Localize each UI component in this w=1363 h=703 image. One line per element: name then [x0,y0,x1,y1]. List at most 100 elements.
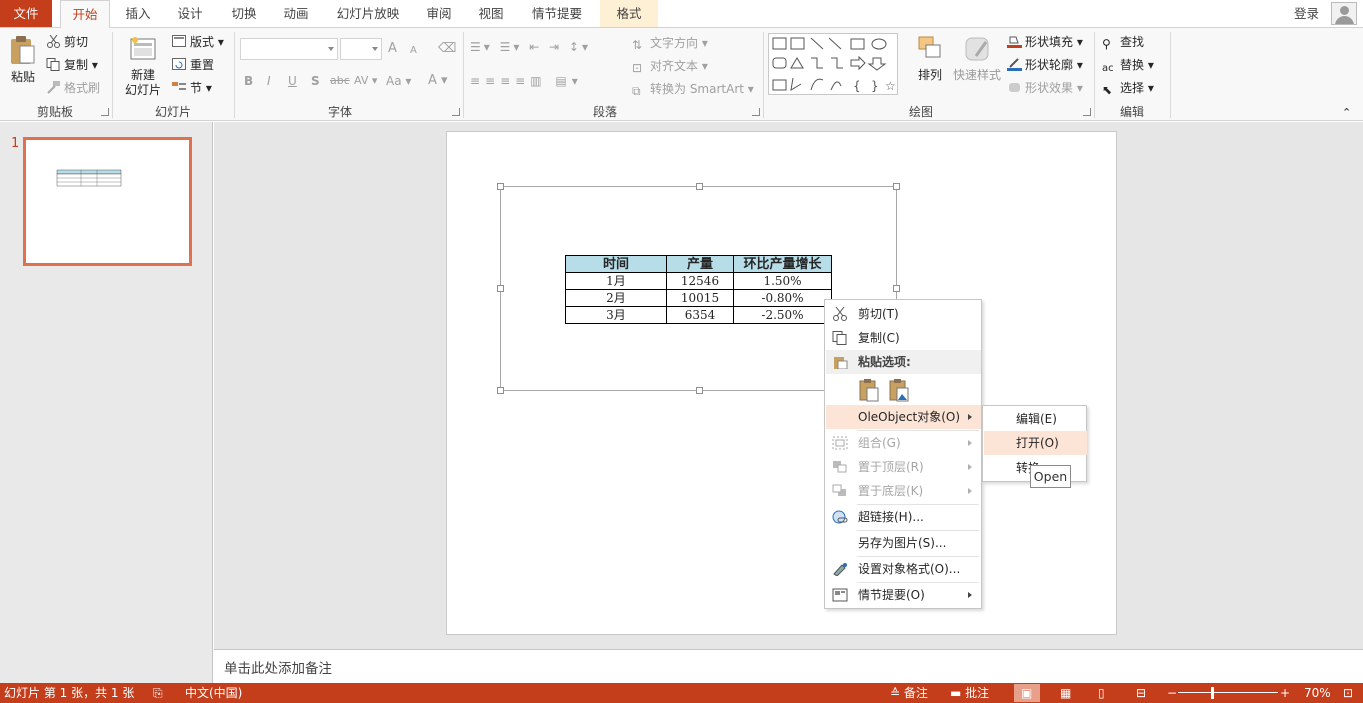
text-direction-icon: ⇅ [632,38,643,52]
drawing-launcher-icon[interactable] [1083,108,1091,116]
grow-font-button[interactable]: A [388,40,397,58]
tab-design[interactable]: 设计 [166,0,214,27]
collapse-ribbon-icon[interactable]: ⌃ [1342,104,1351,122]
menu-item-bring-to-front[interactable]: 置于顶层(R) [826,455,981,479]
resize-handle[interactable] [696,387,703,394]
text-direction-button[interactable]: ⇅ 文字方向 ▾ [632,34,708,52]
replace-button[interactable]: ac 替换 ▾ [1102,56,1154,74]
clipboard-launcher-icon[interactable] [101,108,109,116]
smartart-button[interactable]: ⧉ 转换为 SmartArt ▾ [632,80,754,98]
group-label-paragraph: 段落 [592,105,617,119]
zoom-level[interactable]: 70% [1304,683,1331,703]
tab-format[interactable]: 格式 [600,0,658,27]
menu-item-save-as-picture[interactable]: 另存为图片(S)... [826,531,981,555]
format-painter-button[interactable]: 格式刷 [46,79,100,97]
table-row: 2月 10015 -0.80% [565,289,832,307]
resize-handle[interactable] [893,285,900,292]
notes-toggle[interactable]: ≙ 备注 [890,683,928,703]
menu-item-storyboard[interactable]: 情节提要(O) [826,583,981,607]
find-button[interactable]: ⚲ 查找 [1102,33,1144,51]
menu-item-ole-object[interactable]: OleObject对象(O) [826,405,981,429]
shape-fill-button[interactable]: 形状填充 ▾ [1007,33,1083,51]
align-buttons[interactable]: ≡≡≡≡▥ ▤▾ [470,72,583,90]
shrink-font-button[interactable]: A [410,42,417,60]
shape-outline-button[interactable]: 形状轮廓 ▾ [1007,56,1083,74]
embedded-table[interactable]: 时间 产量 环比产量增长 1月 12546 1.50% 2月 10015 -0.… [565,255,832,324]
shape-effects-button[interactable]: 形状效果 ▾ [1007,79,1083,97]
reset-button[interactable]: 重置 [172,56,214,74]
font-color-button[interactable]: A ▾ [428,72,448,90]
reading-view-icon[interactable]: ▯ [1098,683,1105,703]
char-spacing-button[interactable]: AV ▾ [354,72,377,90]
arrange-button[interactable]: 排列 [910,34,950,83]
italic-button[interactable]: I [267,72,271,90]
menu-item-hyperlink[interactable]: 超链接(H)... [826,505,981,529]
menu-item-format-object[interactable]: 设置对象格式(O)... [826,557,981,581]
align-text-button[interactable]: ⊡ 对齐文本 ▾ [632,57,708,75]
slideshow-view-icon[interactable]: ⊟ [1136,683,1146,703]
menu-item-cut[interactable]: 剪切(T) [826,302,981,326]
font-launcher-icon[interactable] [452,108,460,116]
font-name-field[interactable] [240,38,338,60]
zoom-out-icon[interactable]: − [1167,683,1177,703]
paste-button[interactable]: 粘贴 [6,34,40,85]
avatar[interactable] [1331,2,1357,25]
smartart-icon: ⧉ [632,84,641,98]
shapes-gallery[interactable]: {} ☆ [768,33,898,95]
resize-handle[interactable] [497,183,504,190]
slide-canvas[interactable]: 时间 产量 环比产量增长 1月 12546 1.50% 2月 10015 -0.… [446,131,1117,635]
strikethrough-button[interactable]: abc [330,72,350,90]
fit-to-window-icon[interactable]: ⊡ [1343,683,1353,703]
tab-view[interactable]: 视图 [468,0,514,27]
tab-insert[interactable]: 插入 [114,0,162,27]
select-button[interactable]: ⬉ 选择 ▾ [1102,79,1154,97]
menu-item-send-to-back[interactable]: 置于底层(K) [826,479,981,503]
slide-thumbnail[interactable] [23,137,192,266]
bold-button[interactable]: B [244,72,253,90]
login-link[interactable]: 登录 [1294,0,1319,27]
tab-review[interactable]: 审阅 [416,0,462,27]
quick-styles-button[interactable]: 快速样式 [952,34,1002,83]
menu-item-copy[interactable]: 复制(C) [826,326,981,350]
paste-as-picture-icon[interactable] [888,378,910,402]
thumbnail-preview [56,169,122,187]
submenu-item-edit[interactable]: 编辑(E) [984,407,1087,431]
zoom-slider[interactable] [1178,692,1278,693]
tab-file[interactable]: 文件 [0,0,52,27]
submenu-item-open[interactable]: 打开(O) [984,431,1087,455]
paste-keep-format-icon[interactable] [858,378,880,402]
font-size-field[interactable] [340,38,382,60]
slide-sorter-icon[interactable]: ▦ [1060,683,1071,703]
table-cell: -2.50% [733,306,832,324]
new-slide-button[interactable]: 新建 幻灯片 [118,34,168,98]
tab-home[interactable]: 开始 [60,0,110,28]
zoom-in-icon[interactable]: + [1280,683,1290,703]
comments-toggle[interactable]: ▬ 批注 [950,683,989,703]
tab-storyboard[interactable]: 情节提要 [524,0,590,27]
layout-button[interactable]: 版式 ▾ [172,33,224,51]
resize-handle[interactable] [497,285,504,292]
zoom-slider-thumb[interactable] [1211,687,1214,699]
svg-text:{: { [853,79,861,93]
notes-pane[interactable]: 单击此处添加备注 [214,649,1363,683]
cut-button[interactable]: 剪切 [46,33,88,51]
resize-handle[interactable] [696,183,703,190]
copy-button[interactable]: 复制 ▾ [46,56,98,74]
underline-button[interactable]: U [288,72,297,90]
language-indicator[interactable]: 中文(中国) [185,683,242,703]
list-buttons[interactable]: ☰▾ ☰▾ ⇤ ⇥ ↕▾ [470,38,591,56]
section-button[interactable]: 节 ▾ [172,79,212,97]
change-case-button[interactable]: Aa ▾ [386,72,411,90]
tab-animations[interactable]: 动画 [272,0,320,27]
spellcheck-icon[interactable]: ⎘ [153,683,163,703]
tab-transitions[interactable]: 切换 [220,0,268,27]
resize-handle[interactable] [893,183,900,190]
resize-handle[interactable] [497,387,504,394]
tab-slideshow[interactable]: 幻灯片放映 [330,0,406,27]
menu-item-group[interactable]: 组合(G) [826,431,981,455]
paint-bucket-icon [1007,36,1022,48]
table-cell: 1月 [565,272,667,290]
paragraph-launcher-icon[interactable] [752,108,760,116]
text-shadow-button[interactable]: S [311,72,320,90]
clear-format-icon[interactable]: ⌫ [438,40,456,58]
